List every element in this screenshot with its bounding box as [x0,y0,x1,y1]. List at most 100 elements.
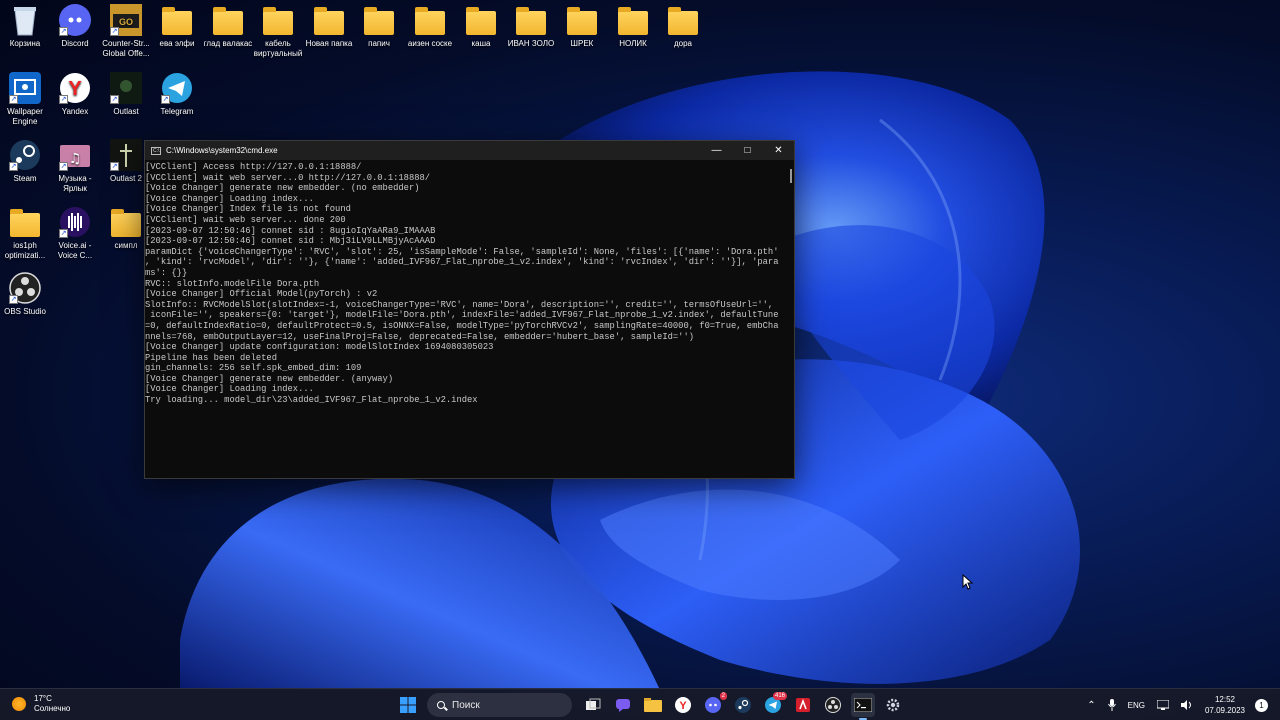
language-indicator[interactable]: ENG [1128,701,1145,710]
desktop-icon-steam[interactable]: ↗ Steam [0,139,50,184]
app-red[interactable] [791,693,815,717]
desktop-icon-recycle-bin[interactable]: Корзина [0,4,50,49]
cmd-window[interactable]: C:\ C:\Windows\system32\cmd.exe — □ ✕ [V… [144,140,795,479]
desktop-icon-folder-kasha[interactable]: каша [456,4,506,49]
desktop-icon-voice-ai[interactable]: ↗ Voice.ai - Voice C... [50,206,100,261]
desktop-icon-wallpaper-engine[interactable]: ↗ Wallpaper Engine [0,72,50,127]
red-app-icon [796,698,810,712]
console-line: [Voice Changer] generate new embedder. (… [145,183,420,194]
desktop-icon-label: ИВАН ЗОЛО [507,39,555,48]
chevron-up-icon[interactable]: ⌃ [1087,700,1095,711]
console-line: [2023-09-07 12:50:46] connet sid : Mbj3i… [145,236,436,247]
recycle-bin-icon [14,7,36,36]
steam-taskbar[interactable] [731,693,755,717]
task-view-icon [586,698,601,710]
desktop-icon-label: Steam [13,174,37,183]
volume-icon[interactable] [1180,700,1193,710]
folder-icon [10,209,40,237]
chat-icon [616,699,630,712]
desktop-icon-music[interactable]: ♫ ↗ Музыка - Ярлык [50,139,100,194]
telegram-taskbar[interactable]: 416 [761,692,787,717]
weather-desc: Солнечно [34,704,71,713]
svg-text:GO: GO [119,17,133,27]
shortcut-arrow-icon: ↗ [59,162,68,171]
maximize-button[interactable]: □ [732,141,763,160]
desktop-icon-folder-nolik[interactable]: НОЛИК [608,4,658,49]
desktop-icon-ios1ph[interactable]: ios1ph optimizati... [0,206,50,261]
cmd-taskbar[interactable] [851,693,875,720]
file-explorer[interactable] [641,693,665,717]
obs-taskbar[interactable] [821,693,845,717]
console-line: [VCClient] wait web server...0 http://12… [145,172,431,183]
console-line: =0, defaultIndexRatio=0, defaultProtect=… [145,320,779,331]
start-button[interactable] [396,693,420,717]
network-icon[interactable] [1156,700,1169,710]
task-view[interactable] [581,693,605,717]
shortcut-arrow-icon: ↗ [59,229,68,238]
desktop-icon-folder-papich[interactable]: папич [354,4,404,49]
folder-icon [314,7,344,35]
desktop-icon-counter-strike[interactable]: GO ↗ Counter-Str... Global Offe... [101,4,151,59]
desktop-icon-folder-dora[interactable]: дора [658,4,708,49]
desktop-icon-folder-glad-valakas[interactable]: глад валакас [203,4,253,49]
console-line: [VCClient] wait web server... done 200 [145,214,346,225]
cmd-titlebar[interactable]: C:\ C:\Windows\system32\cmd.exe — □ ✕ [145,141,794,160]
desktop-icon-label: Новая папка [305,39,353,48]
svg-text:♫: ♫ [69,151,82,167]
desktop-icon-folder-aizen[interactable]: аизен соске [405,4,455,49]
yandex-taskbar[interactable]: Y [671,693,695,717]
settings-taskbar[interactable] [881,693,905,717]
clock[interactable]: 12:52 07.09.2023 [1205,694,1245,716]
console-output[interactable]: [VCClient] Access http://127.0.0.1:18888… [145,162,785,478]
shortcut-arrow-icon: ↗ [9,295,18,304]
shortcut-arrow-icon: ↗ [110,162,119,171]
folder-icon [668,7,698,35]
desktop-icon-label: OBS Studio [4,307,46,316]
console-line: RVC:: slotInfo.modelFile Dora.pth [145,278,320,289]
desktop-icon-label: кабель виртуальный [253,39,303,58]
steam-icon [735,697,751,713]
desktop-icon-label: Voice.ai - Voice C... [57,241,93,260]
desktop-icon-folder-eva-elfi[interactable]: ева элфи [152,4,202,49]
minimize-button[interactable]: — [701,141,732,160]
desktop-icon-folder-kabel[interactable]: кабель виртуальный [253,4,303,59]
microphone-icon[interactable] [1107,699,1116,711]
desktop-icon-outlast[interactable]: ↗ Outlast [101,72,151,117]
desktop-icon-yandex[interactable]: Y ↗ Yandex [50,72,100,117]
folder-icon [415,7,445,35]
search-icon [437,701,445,709]
close-button[interactable]: ✕ [763,141,794,160]
console-line: [Voice Changer] generate new embedder. (… [145,373,394,384]
console-scrollbar[interactable] [790,169,792,183]
desktop-icon-label: НОЛИК [619,39,647,48]
shortcut-arrow-icon: ↗ [9,95,18,104]
notifications-icon[interactable]: 1 [1255,698,1268,712]
folder-icon [364,7,394,35]
desktop-icon-discord[interactable]: ↗ Discord [50,4,100,49]
discord-badge: 2 [719,692,727,700]
clock-time: 12:52 [1214,695,1235,704]
chat[interactable] [611,693,635,717]
console-line: [Voice Changer] Official Model(pyTorch) … [145,289,378,300]
desktop-icon-label: Discord [61,39,89,48]
console-line: SlotInfo:: RVCModelSlot(slotIndex=-1, vo… [145,299,774,310]
console-line: [Voice Changer] update configuration: mo… [145,342,494,353]
desktop-icon-label: ios1ph optimizati... [4,241,46,260]
shortcut-arrow-icon: ↗ [110,95,119,104]
desktop-icon-telegram[interactable]: ↗ Telegram [152,72,202,117]
console-line: paramDict {'voiceChangerType': 'RVC', 's… [145,246,779,257]
desktop-icon-obs-studio[interactable]: ↗ OBS Studio [0,272,50,317]
weather-widget[interactable]: 17°C Солнечно [12,694,70,714]
search-input[interactable]: Поиск [427,693,572,717]
terminal-icon [854,698,872,712]
desktop-icon-label: Counter-Str... Global Offe... [102,39,150,58]
cmd-icon: C:\ [151,146,161,155]
desktop-icon-folder-ivan-zolo[interactable]: ИВАН ЗОЛО [506,4,556,49]
desktop-icon-label: ева элфи [159,39,195,48]
folder-icon [644,698,662,712]
telegram-badge: 416 [772,692,787,700]
discord-taskbar[interactable]: 2 [701,692,727,717]
desktop-icon-folder-new[interactable]: Новая папка [304,4,354,49]
desktop-icon-folder-shrek[interactable]: ШРЕК [557,4,607,49]
svg-text:Y: Y [679,700,687,712]
